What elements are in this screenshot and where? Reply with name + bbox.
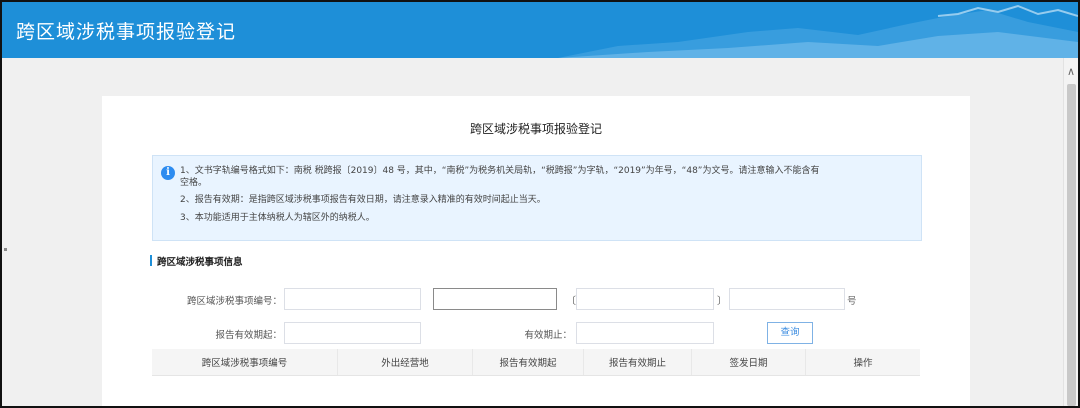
chevron-up-icon[interactable]: ∧ xyxy=(1065,66,1077,78)
number-label: 跨区域涉税事项编号： xyxy=(186,296,282,307)
app-window: 跨区域涉税事项报验登记 ∧ 跨区域涉税事项报验登记 i 1、文书字轨编号格式如下… xyxy=(0,0,1080,408)
track-input[interactable] xyxy=(433,288,557,310)
end-date-input[interactable] xyxy=(576,322,714,344)
year-input[interactable] xyxy=(576,288,714,310)
app-title: 跨区域涉税事项报验登记 xyxy=(16,21,237,43)
header-bar: 跨区域涉税事项报验登记 xyxy=(2,2,1078,58)
end-date-label: 有效期止： xyxy=(524,330,572,341)
start-date-label: 报告有效期起： xyxy=(215,330,282,341)
notice-line: 3、本功能适用于主体纳税人为辖区外的纳税人。 xyxy=(180,213,375,223)
table-header-row: 跨区域涉税事项编号 外出经营地 报告有效期起 报告有效期止 签发日期 操作 xyxy=(152,349,920,376)
section-title: 跨区域涉税事项信息 xyxy=(150,254,243,268)
scrollbar-thumb[interactable] xyxy=(1067,84,1076,406)
serial-input[interactable] xyxy=(729,288,845,310)
mountain-banner-decoration xyxy=(558,4,1078,58)
query-button[interactable]: 查询 xyxy=(767,322,813,344)
column-header[interactable]: 报告有效期起 xyxy=(472,349,584,376)
vertical-scrollbar[interactable]: ∧ xyxy=(1063,58,1078,406)
info-icon: i xyxy=(161,166,175,180)
notice-box: i 1、文书字轨编号格式如下：南税 税跨报〔2019〕48 号，其中，“南税”为… xyxy=(152,155,922,241)
edge-marker xyxy=(4,248,7,251)
column-header[interactable]: 报告有效期止 xyxy=(583,349,692,376)
start-date-input[interactable] xyxy=(284,322,421,344)
column-header[interactable]: 签发日期 xyxy=(691,349,806,376)
column-header[interactable]: 跨区域涉税事项编号 xyxy=(152,349,338,376)
bracket-close: 〕 xyxy=(717,296,727,307)
column-header[interactable]: 操作 xyxy=(805,349,920,376)
empty-table-row xyxy=(152,376,920,407)
notice-line: 2、报告有效期：是指跨区域涉税事项报告有效日期，请注意录入精准的有效时间起止当天… xyxy=(180,195,546,205)
page-title: 跨区域涉税事项报验登记 xyxy=(469,122,602,136)
notice-line: 空格。 xyxy=(180,178,208,188)
results-table: 跨区域涉税事项编号 外出经营地 报告有效期起 报告有效期止 签发日期 操作 xyxy=(152,349,920,407)
column-header[interactable]: 外出经营地 xyxy=(337,349,473,376)
number-suffix: 号 xyxy=(847,296,857,307)
office-code-input[interactable] xyxy=(284,288,421,310)
bracket-open: 〔 xyxy=(566,296,576,307)
content-card: 跨区域涉税事项报验登记 i 1、文书字轨编号格式如下：南税 税跨报〔2019〕4… xyxy=(102,96,970,406)
notice-line: 1、文书字轨编号格式如下：南税 税跨报〔2019〕48 号，其中，“南税”为税务… xyxy=(180,166,820,176)
